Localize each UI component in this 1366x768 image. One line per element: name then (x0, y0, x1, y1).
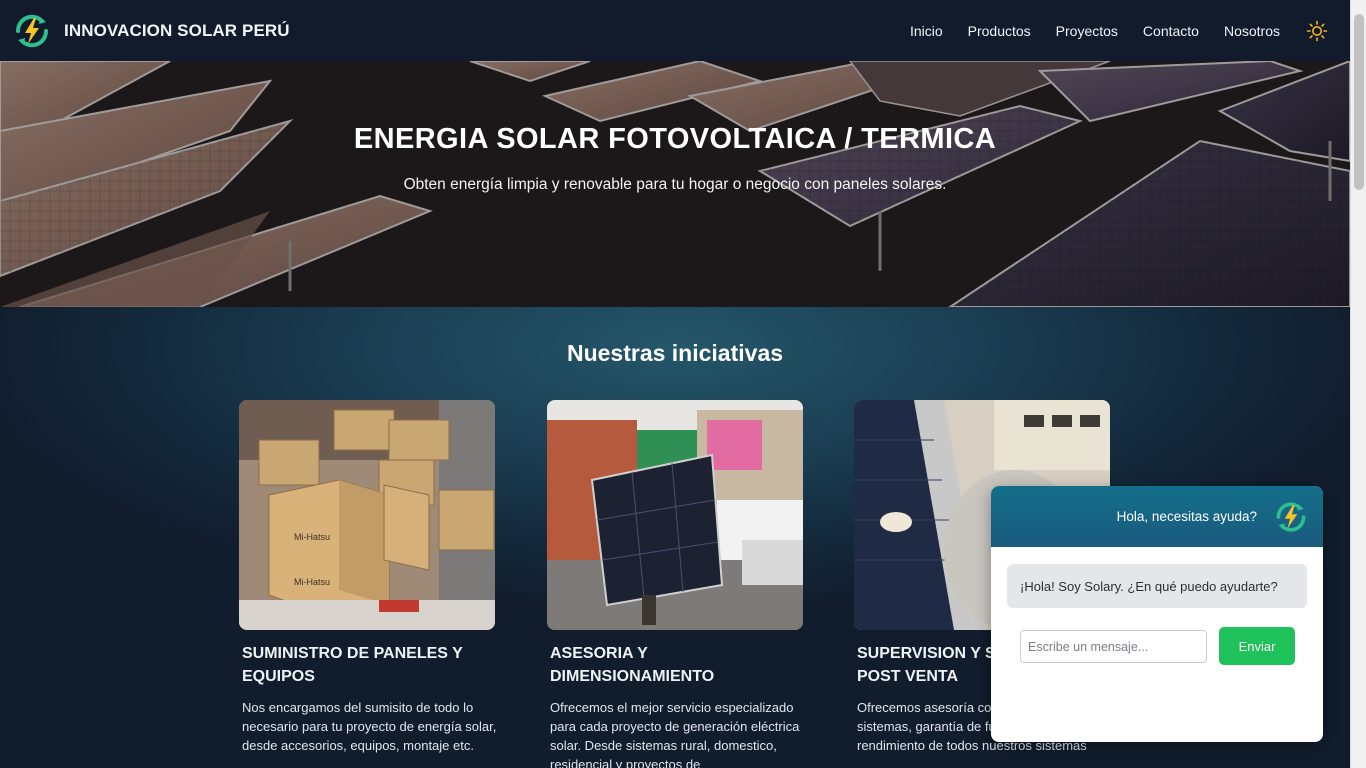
card-title: SUMINISTRO DE PANELES Y EQUIPOS (242, 645, 463, 685)
chat-bot-message: ¡Hola! Soy Solary. ¿En qué puedo ayudart… (1007, 564, 1307, 608)
card-image-boxes: Mi-Hatsu Mi-Hatsu (239, 400, 495, 630)
nav-contacto[interactable]: Contacto (1143, 23, 1199, 39)
card-title: ASESORIA Y DIMENSIONAMIENTO (550, 645, 715, 685)
initiative-card-advisory[interactable]: ASESORIA Y DIMENSIONAMIENTO Ofrecemos el… (547, 400, 803, 768)
svg-text:Mi-Hatsu: Mi-Hatsu (294, 577, 330, 587)
card-image-panel-carry (547, 400, 803, 630)
hero-title: ENERGIA SOLAR FOTOVOLTAICA / TERMICA (353, 123, 997, 155)
chat-message-input[interactable] (1020, 630, 1207, 663)
site-header: INNOVACION SOLAR PERÚ Inicio Productos P… (0, 0, 1350, 61)
scrollbar-thumb[interactable] (1354, 14, 1364, 190)
section-title: Nuestras iniciativas (566, 340, 784, 366)
initiative-card-supply[interactable]: Mi-Hatsu Mi-Hatsu SUMINISTRO DE PANELES … (239, 400, 496, 755)
nav-inicio[interactable]: Inicio (910, 23, 943, 39)
sun-icon[interactable] (1306, 20, 1328, 42)
logo-icon (15, 14, 49, 47)
hero-subtitle: Obten energía limpia y renovable para tu… (403, 176, 947, 193)
chat-widget: Hola, necesitas ayuda? ¡Hola! Soy Solary… (991, 486, 1323, 742)
page-scrollbar[interactable] (1350, 0, 1366, 768)
chat-header-title: Hola, necesitas ayuda? (1116, 509, 1257, 524)
card-text: Ofrecemos el mejor servicio especializad… (550, 700, 800, 768)
brand-name: INNOVACION SOLAR PERÚ (64, 20, 290, 40)
nav-nosotros[interactable]: Nosotros (1224, 23, 1280, 39)
card-text: Nos encargamos del sumisito de todo lo n… (242, 700, 497, 753)
svg-text:Mi-Hatsu: Mi-Hatsu (294, 532, 330, 542)
chat-send-button[interactable]: Enviar (1219, 627, 1295, 665)
nav-productos[interactable]: Productos (968, 23, 1031, 39)
hero-banner: ENERGIA SOLAR FOTOVOLTAICA / TERMICA Obt… (0, 61, 1350, 307)
brand[interactable]: INNOVACION SOLAR PERÚ (10, 11, 290, 51)
logo-icon (1276, 501, 1306, 532)
nav-proyectos[interactable]: Proyectos (1056, 23, 1118, 39)
main-nav: Inicio Productos Proyectos Contacto Noso… (910, 20, 1328, 42)
chat-header[interactable]: Hola, necesitas ayuda? (991, 486, 1323, 547)
